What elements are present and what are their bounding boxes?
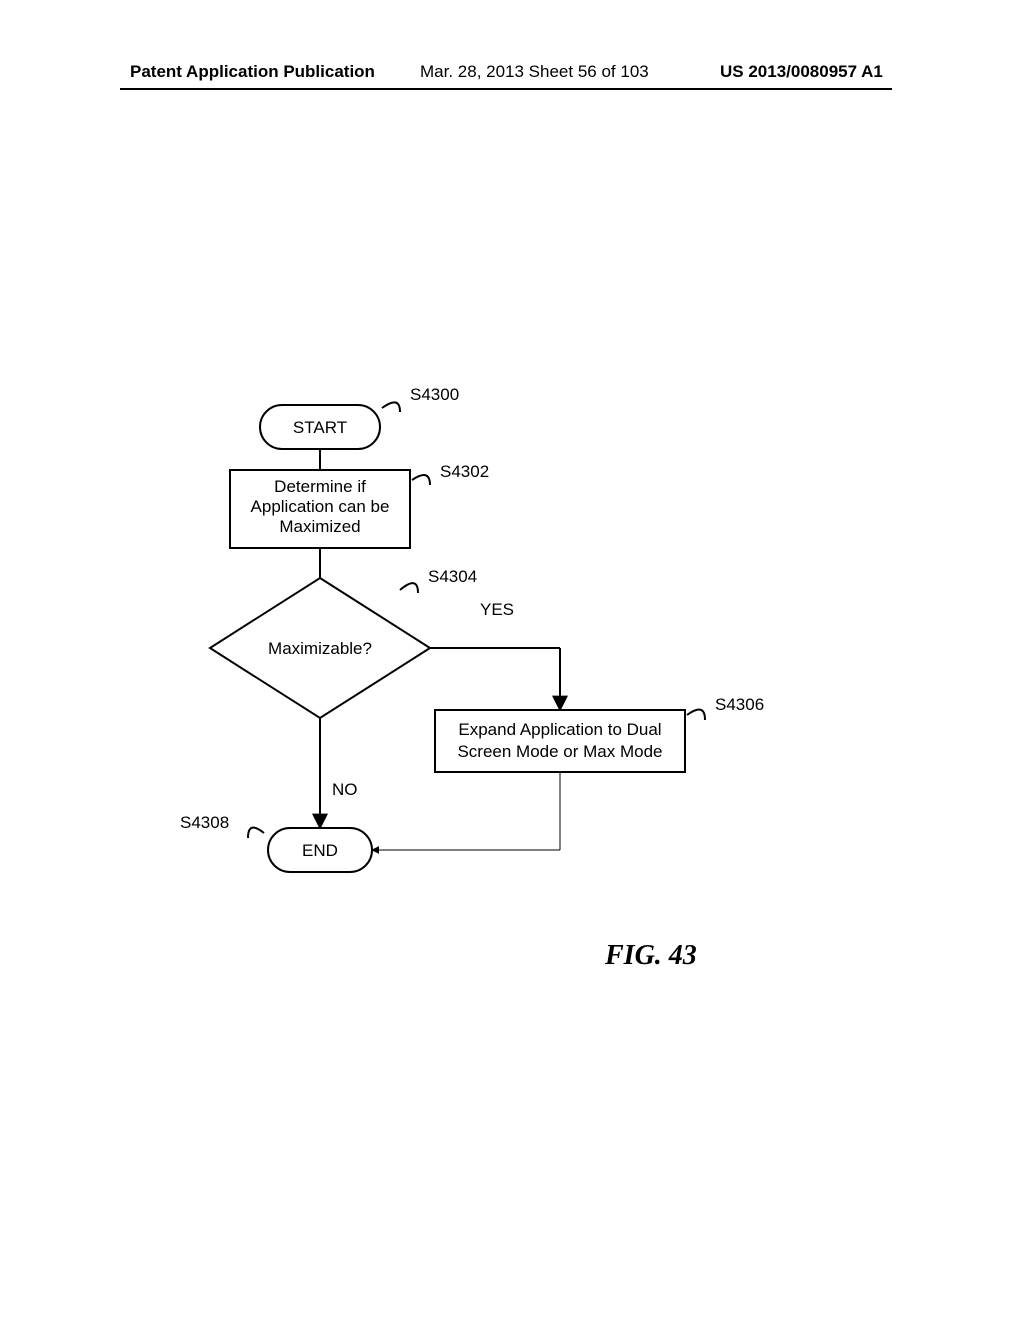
decision-step-label: S4304 bbox=[428, 567, 477, 586]
end-node: END bbox=[268, 828, 372, 872]
decision-yes-label: YES bbox=[480, 600, 514, 619]
start-step-callout: S4300 bbox=[382, 385, 459, 412]
decision-no-label: NO bbox=[332, 780, 358, 799]
decision-node: Maximizable? bbox=[210, 578, 430, 718]
figure-caption: FIG. 43 bbox=[605, 940, 697, 972]
expand-step-label: S4306 bbox=[715, 695, 764, 714]
end-step-label: S4308 bbox=[180, 813, 229, 832]
expand-step-callout: S4306 bbox=[687, 695, 764, 720]
end-step-callout: S4308 bbox=[180, 813, 264, 838]
determine-line1: Determine if bbox=[274, 477, 366, 496]
determine-step-label: S4302 bbox=[440, 462, 489, 481]
decision-text: Maximizable? bbox=[268, 639, 372, 658]
start-node: START bbox=[260, 405, 380, 449]
flowchart-svg: START S4300 Determine if Application can… bbox=[0, 0, 1024, 1320]
edge-expand-end bbox=[372, 772, 560, 850]
determine-node: Determine if Application can be Maximize… bbox=[230, 470, 410, 548]
determine-step-callout: S4302 bbox=[412, 462, 489, 485]
expand-node: Expand Application to Dual Screen Mode o… bbox=[435, 710, 685, 772]
expand-line2: Screen Mode or Max Mode bbox=[457, 742, 662, 761]
determine-line3: Maximized bbox=[279, 517, 360, 536]
start-text: START bbox=[293, 418, 347, 437]
determine-line2: Application can be bbox=[251, 497, 390, 516]
edge-decision-yes: YES bbox=[430, 600, 560, 710]
start-step-label: S4300 bbox=[410, 385, 459, 404]
decision-step-callout: S4304 bbox=[400, 567, 477, 593]
page: Patent Application Publication Mar. 28, … bbox=[0, 0, 1024, 1320]
expand-line1: Expand Application to Dual bbox=[458, 720, 661, 739]
edge-decision-no: NO bbox=[320, 718, 358, 828]
end-text: END bbox=[302, 841, 338, 860]
